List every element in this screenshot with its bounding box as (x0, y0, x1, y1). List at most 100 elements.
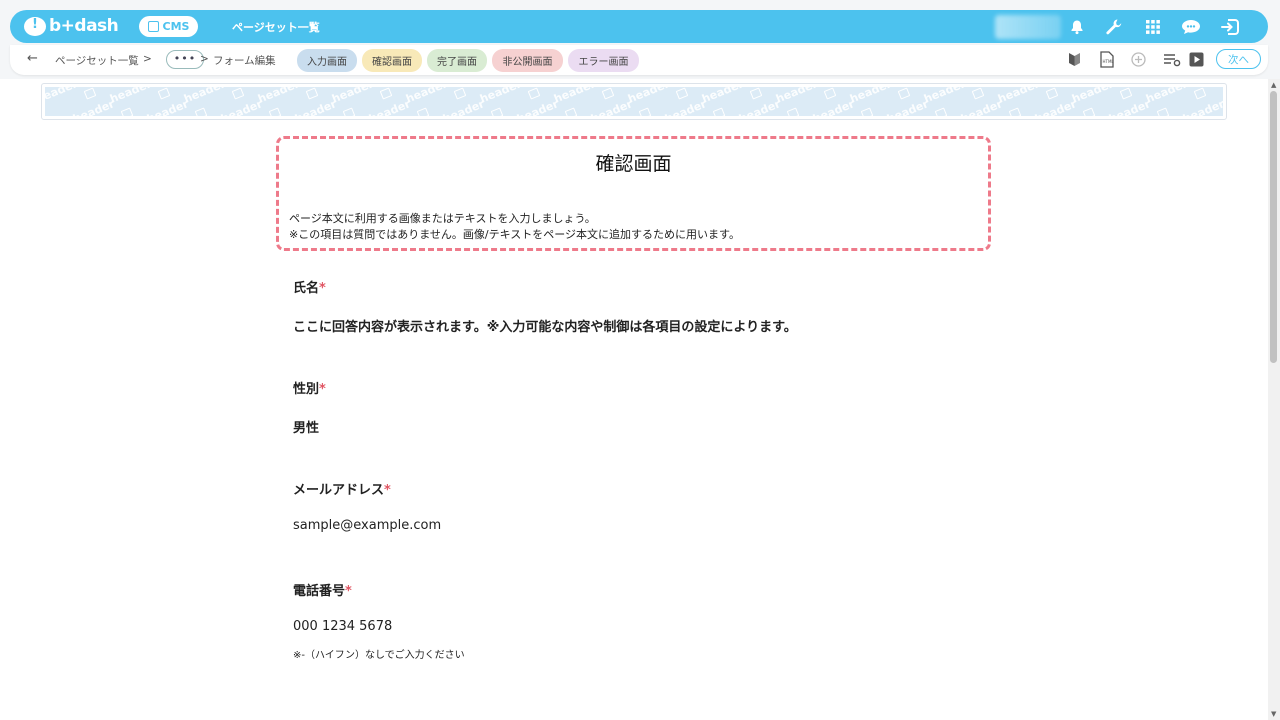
tab-private-screen[interactable]: 非公開画面 (492, 49, 563, 72)
tab-confirm-screen[interactable]: 確認画面 (362, 49, 422, 72)
field-note-phone: ※-（ハイフン）なしでご入力ください (293, 650, 465, 661)
header-image-icon (1119, 87, 1133, 100)
header-watermark-text: header (108, 87, 154, 106)
header-watermark-text: header (71, 97, 117, 116)
field-label-text: 性別 (293, 382, 320, 397)
header-image-icon (83, 87, 97, 100)
breadcrumb-item-page-set-list[interactable]: ページセット一覧 (55, 53, 139, 68)
field-label-text: 電話番号 (293, 584, 346, 599)
field-label-gender[interactable]: 性別* (293, 378, 326, 397)
header-image-icon (527, 87, 541, 100)
header-image-icon (194, 107, 208, 116)
header-watermark-text: header (811, 97, 857, 116)
header-image-icon (453, 87, 467, 100)
header-placeholder[interactable]: header header header header header header head… (41, 83, 1227, 120)
bell-icon[interactable] (1068, 18, 1086, 36)
cms-button[interactable]: CMS (139, 16, 198, 37)
add-circle-icon[interactable] (1130, 51, 1147, 68)
header-watermark-text: header (1107, 97, 1153, 116)
logo-bubble-icon (24, 16, 46, 36)
html-file-icon[interactable]: HTML (1098, 51, 1115, 68)
header-watermark-text: header (922, 87, 968, 106)
field-label-email[interactable]: メールアドレス* (293, 479, 391, 498)
header-image-icon (897, 87, 911, 100)
header-image-icon (1082, 107, 1096, 116)
header-watermark-area: header header header header header header head… (45, 87, 1223, 116)
header-watermark-text: header (330, 87, 376, 106)
header-image-icon (1045, 87, 1059, 100)
logo-text: b+dash (49, 16, 119, 36)
scroll-up-icon[interactable]: ▲ (1271, 81, 1276, 89)
header-image-icon (231, 87, 245, 100)
tab-complete-screen[interactable]: 完了画面 (427, 49, 487, 72)
vertical-scrollbar[interactable]: ▲ ▼ (1268, 79, 1280, 720)
confirm-text-block[interactable]: 確認画面 ページ本文に利用する画像またはテキストを入力しましょう。 ※この項目は… (276, 136, 991, 251)
play-icon[interactable] (1188, 51, 1205, 68)
header-watermark-text: header (293, 97, 339, 116)
header-watermark-text: header (885, 97, 931, 116)
logo[interactable]: b+dash (24, 16, 119, 36)
breadcrumb-more-button[interactable]: ••• (166, 50, 204, 69)
edit-icon (147, 21, 159, 32)
header-watermark-text: header (219, 97, 265, 116)
page-title[interactable]: ページセット一覧 (232, 19, 320, 35)
header-image-icon (1008, 107, 1022, 116)
cms-label: CMS (162, 20, 190, 33)
wrench-icon[interactable] (1105, 18, 1123, 36)
next-button[interactable]: 次へ (1216, 49, 1261, 69)
header-watermark-text: header (367, 97, 413, 116)
confirm-note-line-1: ページ本文に利用する画像またはテキストを入力しましょう。 (289, 212, 596, 225)
logout-icon[interactable] (1219, 18, 1241, 36)
header-image-icon (342, 107, 356, 116)
header-image-icon (786, 107, 800, 116)
header-image-icon (934, 107, 948, 116)
header-watermark-text: header (441, 97, 487, 116)
header-watermark-text: header (1070, 87, 1116, 106)
header-image-icon (638, 107, 652, 116)
required-mark: * (345, 584, 352, 599)
tab-input-screen[interactable]: 入力画面 (297, 49, 357, 72)
header-watermark-text: header (45, 87, 80, 106)
header-watermark-text: header (478, 87, 524, 106)
list-settings-icon[interactable] (1162, 51, 1181, 68)
breadcrumb-separator: > (200, 53, 209, 65)
scroll-down-icon[interactable]: ▼ (1271, 710, 1276, 718)
header-image-icon (823, 87, 837, 100)
header-watermark-text: header (182, 87, 228, 106)
header-image-icon (268, 107, 282, 116)
header-watermark-text: header (996, 87, 1042, 106)
header-image-icon (157, 87, 171, 100)
header-watermark-text: header (145, 97, 191, 116)
field-label-phone[interactable]: 電話番号* (293, 580, 352, 599)
tab-error-screen[interactable]: エラー画面 (568, 49, 639, 72)
sub-toolbar: ← ページセット一覧 > ••• > フォーム編集 入力画面 確認画面 完了画面… (10, 45, 1268, 75)
scroll-thumb[interactable] (1270, 91, 1277, 363)
chat-icon[interactable] (1180, 18, 1202, 36)
header-image-icon (1156, 107, 1170, 116)
header-image-icon (416, 107, 430, 116)
header-watermark-text: header (848, 87, 894, 106)
required-mark: * (384, 483, 391, 498)
breadcrumb-separator: > (143, 53, 152, 65)
header-image-icon (712, 107, 726, 116)
header-image-icon (749, 87, 763, 100)
header-watermark-text: header (626, 87, 672, 106)
header-watermark-text: header (1144, 87, 1190, 106)
header-image-icon (971, 87, 985, 100)
svg-text:HTML: HTML (1102, 59, 1114, 64)
grid-icon[interactable] (1144, 18, 1162, 36)
field-value-phone: 000 1234 5678 (293, 619, 393, 634)
header-watermark-text: header (1033, 97, 1079, 116)
content-area: header header header header header header head… (0, 79, 1268, 720)
back-arrow-icon[interactable]: ← (27, 51, 38, 66)
header-watermark-text: header (404, 87, 450, 106)
confirm-note-line-2: ※この項目は質問ではありません。画像/テキストをページ本文に追加するために用いま… (289, 228, 740, 241)
header-watermark-text: header (959, 97, 1005, 116)
beginner-icon[interactable] (1066, 51, 1083, 68)
header-watermark-text: header (552, 87, 598, 106)
user-info-blurred (995, 15, 1061, 39)
field-value-gender: 男性 (293, 421, 320, 436)
field-label-name[interactable]: 氏名* (293, 277, 326, 296)
field-value-email: sample@example.com (293, 518, 442, 533)
header-watermark-text: header (774, 87, 820, 106)
